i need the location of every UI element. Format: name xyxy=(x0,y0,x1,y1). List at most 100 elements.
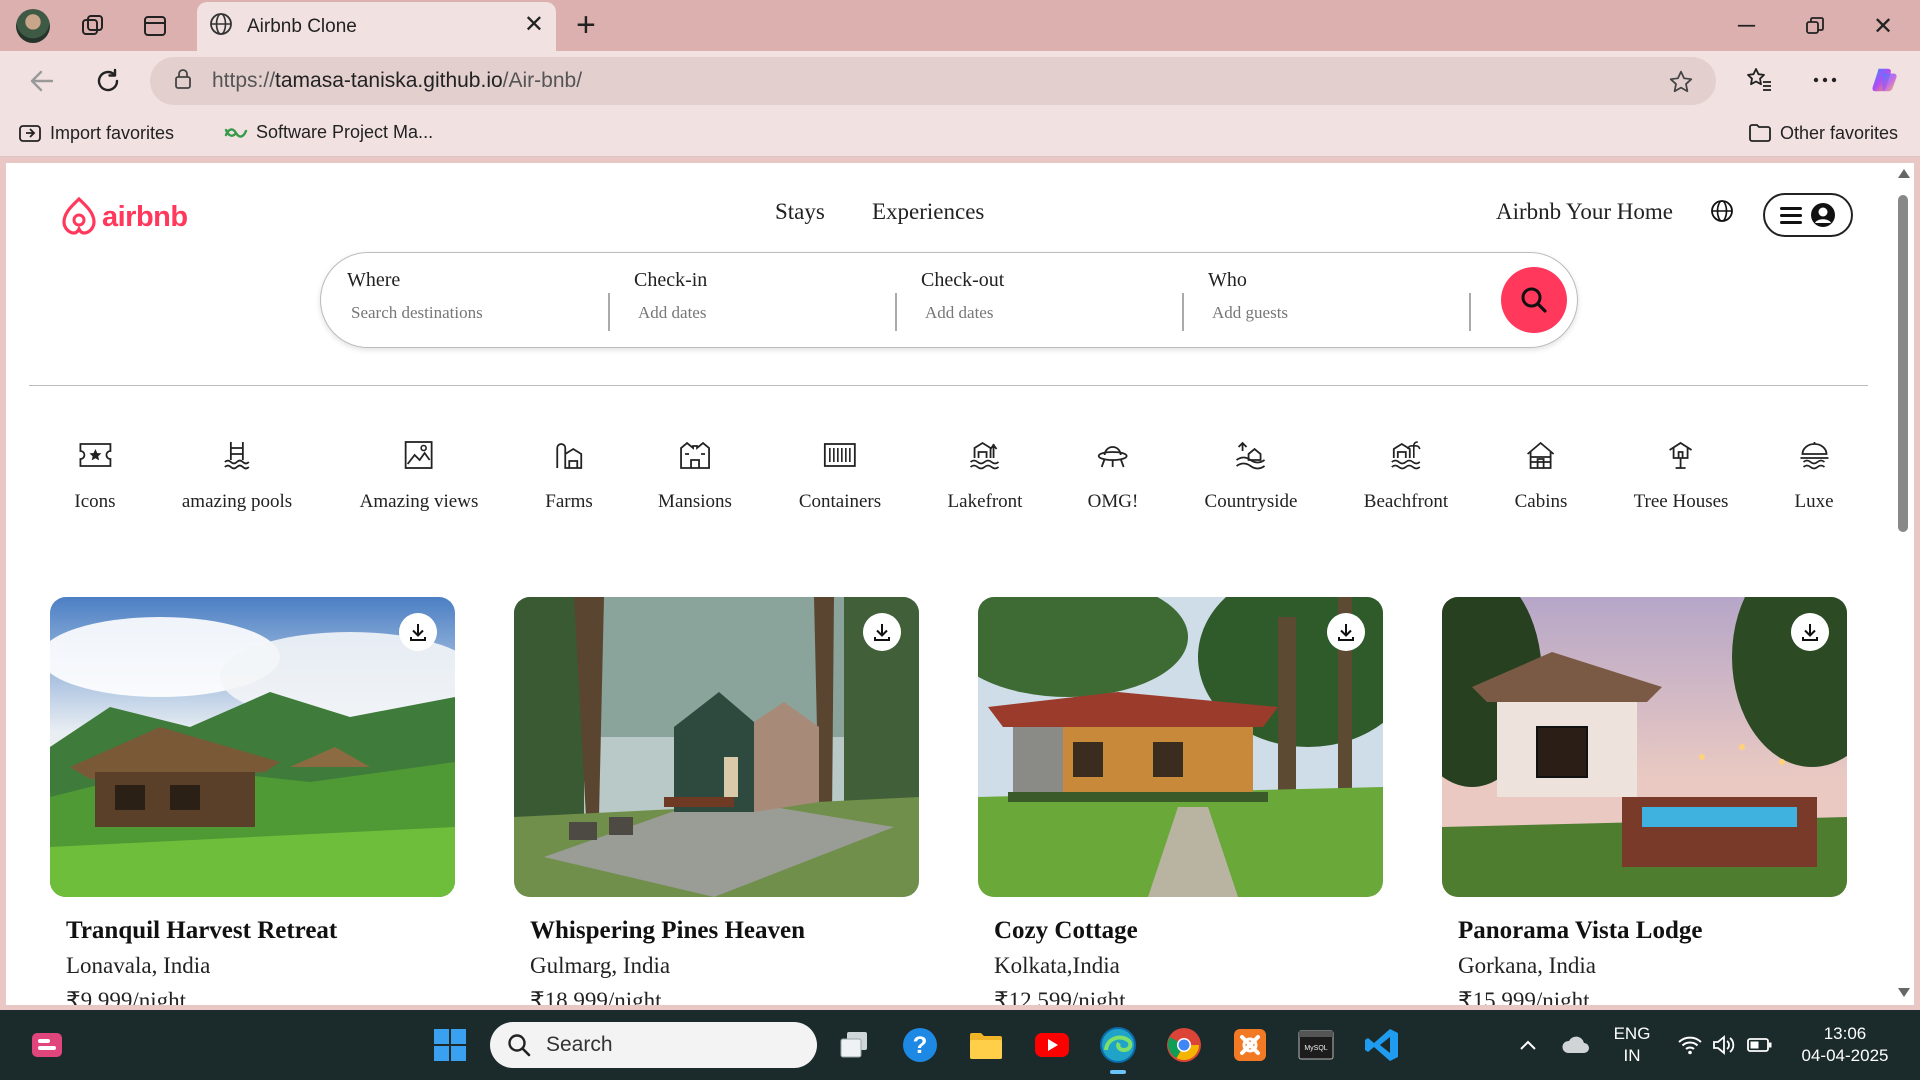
download-button[interactable] xyxy=(1791,613,1829,651)
youtube-icon[interactable] xyxy=(1032,1025,1072,1065)
file-explorer-icon[interactable] xyxy=(966,1025,1006,1065)
search-where-field[interactable]: Where Search destinations xyxy=(347,269,587,333)
user-menu-button[interactable] xyxy=(1763,193,1853,237)
category-beachfront[interactable]: Beachfront xyxy=(1364,435,1448,513)
favorites-icon[interactable] xyxy=(1744,65,1774,95)
close-tab-icon[interactable]: ✕ xyxy=(524,13,544,37)
listing-location: Kolkata,India xyxy=(994,953,1120,978)
category-countryside[interactable]: Countryside xyxy=(1205,435,1297,513)
countryside-icon xyxy=(1235,435,1267,475)
import-icon xyxy=(19,125,41,142)
more-options-icon[interactable] xyxy=(1810,65,1840,95)
favorite-import-label: Import favorites xyxy=(50,122,175,143)
host-your-home-link[interactable]: Airbnb Your Home xyxy=(1496,199,1673,225)
nav-stays[interactable]: Stays xyxy=(775,199,825,225)
other-favorites[interactable]: Other favorites xyxy=(1748,122,1898,144)
view-icon xyxy=(404,435,434,475)
scroll-up-icon[interactable] xyxy=(1898,169,1910,178)
search-checkout-field[interactable]: Check-out Add dates xyxy=(921,269,1161,333)
copilot-icon[interactable] xyxy=(1870,65,1900,95)
active-tab[interactable]: Airbnb Clone ✕ xyxy=(197,2,556,51)
vertical-tabs-icon[interactable] xyxy=(141,12,169,40)
category-lakefront[interactable]: Lakefront xyxy=(948,435,1022,513)
category-label: Icons xyxy=(74,491,116,512)
search-divider xyxy=(608,293,610,331)
category-farms[interactable]: Farms xyxy=(545,435,593,513)
minimize-icon[interactable]: ─ xyxy=(1738,12,1755,40)
workspaces-icon[interactable] xyxy=(79,12,107,40)
listing-photo[interactable] xyxy=(1442,597,1847,897)
reload-icon[interactable] xyxy=(92,65,124,97)
category-label: Beachfront xyxy=(1363,491,1449,512)
airbnb-logo[interactable]: airbnb xyxy=(60,196,188,238)
search-checkin-field[interactable]: Check-in Add dates xyxy=(634,269,874,333)
search-who-field[interactable]: Who Add guests xyxy=(1208,269,1448,333)
favorite-import[interactable]: Import favorites xyxy=(18,122,174,144)
search-icon xyxy=(1521,287,1547,313)
category-label: Tree Houses xyxy=(1633,491,1729,512)
folder-icon xyxy=(1749,124,1771,142)
category-label: Mansions xyxy=(658,491,732,512)
chrome-icon[interactable] xyxy=(1164,1025,1204,1065)
browser-tab-bar: Airbnb Clone ✕ + ─ ✕ xyxy=(0,0,1920,51)
category-cabins[interactable]: Cabins xyxy=(1515,435,1567,513)
start-windows-icon[interactable] xyxy=(430,1025,470,1065)
lock-icon[interactable] xyxy=(174,68,192,95)
listing-photo[interactable] xyxy=(514,597,919,897)
add-favorite-star-icon[interactable] xyxy=(1668,69,1694,100)
address-input[interactable]: https://tamasa-taniska.github.io/Air-bnb… xyxy=(150,57,1716,105)
volume-icon[interactable] xyxy=(1704,1025,1744,1065)
language-indicator[interactable]: ENG IN xyxy=(1604,1023,1660,1067)
listing-card[interactable]: Tranquil Harvest Retreat Lonavala, India… xyxy=(50,597,455,1005)
listing-card[interactable]: Panorama Vista Lodge Gorkana, India ₹15,… xyxy=(1442,597,1847,1005)
download-icon xyxy=(874,624,890,641)
listing-photo[interactable] xyxy=(978,597,1383,897)
xampp-icon[interactable] xyxy=(1230,1025,1270,1065)
vscode-icon[interactable] xyxy=(1362,1025,1402,1065)
nav-experiences[interactable]: Experiences xyxy=(872,199,984,225)
back-icon[interactable] xyxy=(26,65,58,97)
download-icon xyxy=(410,624,426,641)
listing-title: Cozy Cottage xyxy=(994,917,1138,944)
tray-overflow-chevron-icon[interactable] xyxy=(1508,1025,1548,1065)
listing-card[interactable]: Cozy Cottage Kolkata,India ₹12,599/night xyxy=(978,597,1383,1005)
category-treehouses[interactable]: Tree Houses xyxy=(1633,435,1729,513)
mysql-client-icon[interactable]: MySQL xyxy=(1296,1025,1336,1065)
new-tab-icon[interactable]: + xyxy=(576,8,596,42)
help-icon[interactable]: ? xyxy=(900,1025,940,1065)
battery-icon[interactable] xyxy=(1740,1025,1780,1065)
category-views[interactable]: Amazing views xyxy=(360,435,478,513)
widgets-icon[interactable] xyxy=(28,1025,68,1065)
taskbar-search-input[interactable]: Search xyxy=(490,1022,817,1068)
profile-avatar[interactable] xyxy=(16,9,50,43)
page-scrollbar[interactable] xyxy=(1892,163,1914,1005)
category-icons[interactable]: Icons xyxy=(74,435,116,513)
download-button[interactable] xyxy=(399,613,437,651)
restore-icon[interactable] xyxy=(1806,14,1824,42)
category-omg[interactable]: OMG! xyxy=(1088,435,1138,513)
tab-title: Airbnb Clone xyxy=(247,15,357,37)
download-button[interactable] xyxy=(863,613,901,651)
scroll-thumb[interactable] xyxy=(1898,195,1908,532)
onedrive-cloud-icon[interactable] xyxy=(1556,1025,1596,1065)
task-view-icon[interactable] xyxy=(834,1025,874,1065)
scroll-down-icon[interactable] xyxy=(1898,988,1910,997)
listing-card[interactable]: Whispering Pines Heaven Gulmarg, India ₹… xyxy=(514,597,919,1005)
hamburger-icon xyxy=(1780,206,1802,224)
download-button[interactable] xyxy=(1327,613,1365,651)
ufo-icon xyxy=(1097,435,1129,475)
category-containers[interactable]: Containers xyxy=(799,435,881,513)
listing-price: ₹15,999/night xyxy=(1458,988,1590,1005)
close-window-icon[interactable]: ✕ xyxy=(1873,12,1893,41)
language-globe-icon[interactable] xyxy=(1710,199,1734,228)
category-pools[interactable]: amazing pools xyxy=(182,435,292,513)
edge-browser-icon[interactable] xyxy=(1098,1025,1138,1065)
favorite-software-project[interactable]: Software Project Ma... xyxy=(224,122,433,143)
search-button[interactable] xyxy=(1501,267,1567,333)
category-mansions[interactable]: Mansions xyxy=(658,435,732,513)
listing-photo[interactable] xyxy=(50,597,455,897)
listing-location: Gulmarg, India xyxy=(530,953,671,978)
clock-date: 04-04-2025 xyxy=(1801,1046,1889,1065)
category-luxe[interactable]: Luxe xyxy=(1794,435,1834,513)
clock[interactable]: 13:06 04-04-2025 xyxy=(1790,1023,1900,1067)
